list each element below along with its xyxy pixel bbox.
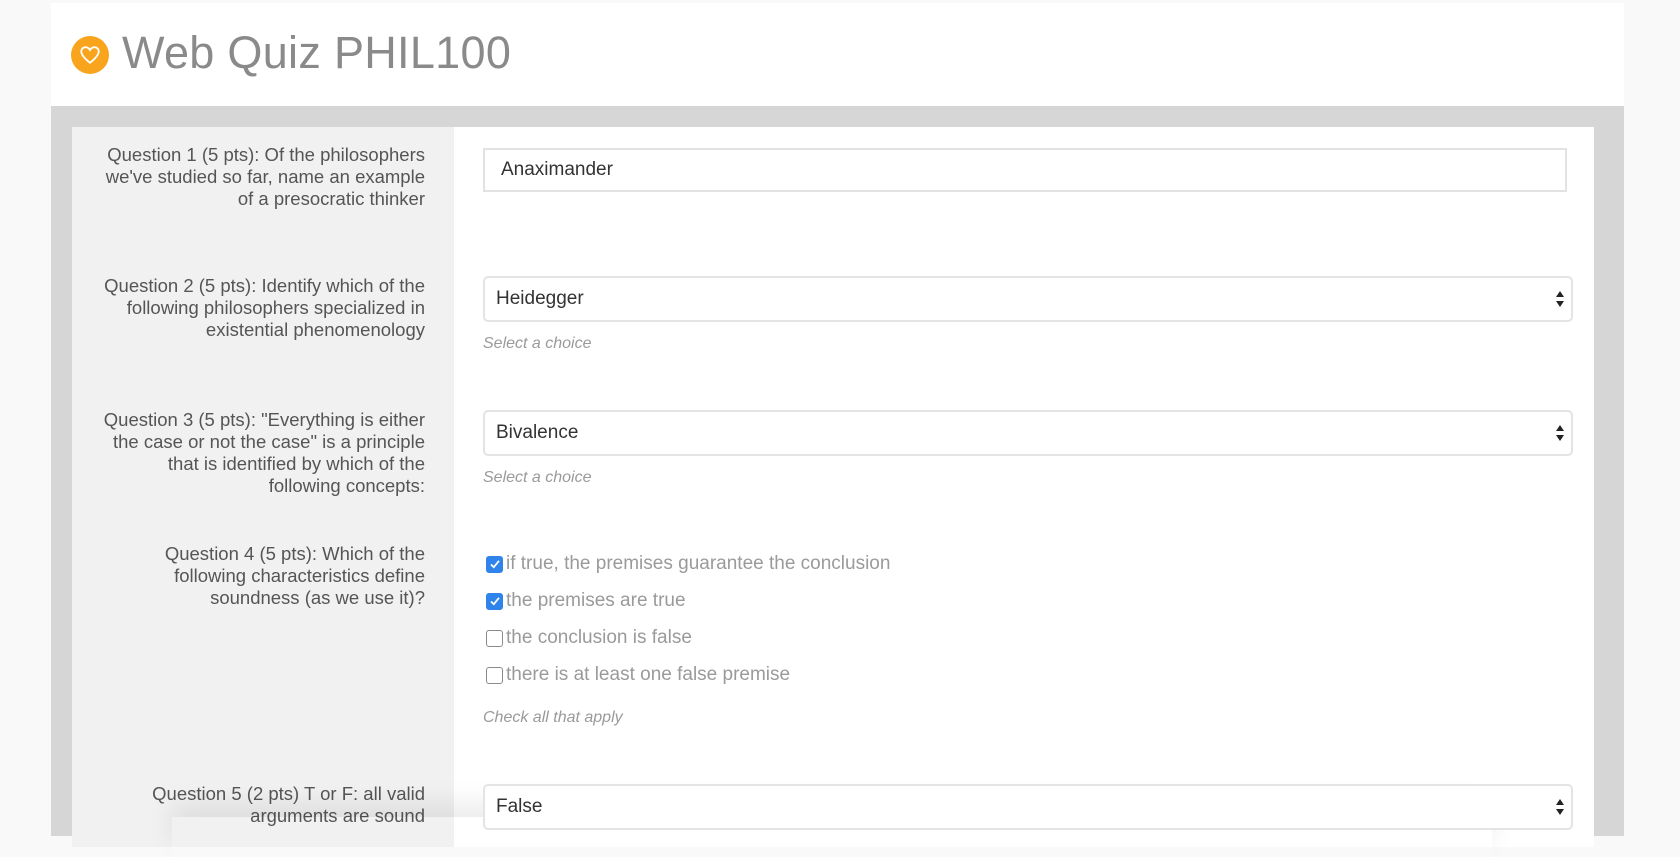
question-4-option-4[interactable]: there is at least one false premise [486,663,790,687]
question-5-select[interactable]: False [483,784,1573,830]
question-4-option-1-label: if true, the premises guarantee the conc… [506,553,891,574]
question-3-select[interactable]: Bivalence [483,410,1573,456]
form-frame: Question 1 (5 pts): Of the philosophers … [51,106,1624,847]
question-4-label: Question 4 (5 pts): Which of the followi… [164,543,425,608]
question-5-selected-value: False [496,796,543,817]
select-arrows-icon [1556,425,1564,441]
question-4-option-1[interactable]: if true, the premises guarantee the conc… [486,552,890,576]
question-4-option-3-label: the conclusion is false [506,627,692,648]
question-4-option-4-label: there is at least one false premise [506,664,791,685]
checkbox-unchecked[interactable] [486,629,503,647]
page-title: Web Quiz PHIL100 [122,27,512,78]
checkbox-unchecked[interactable] [486,666,503,684]
checkbox-checked[interactable] [486,555,503,573]
checkmark-icon [489,560,500,569]
question-4-option-2-label: the premises are true [506,590,686,611]
checkbox-checked[interactable] [486,592,503,610]
question-2-label: Question 2 (5 pts): Identify which of th… [104,275,425,340]
quiz-page: Web Quiz PHIL100 Question 1 (5 pts): Of … [51,3,1624,847]
quiz-form: Question 1 (5 pts): Of the philosophers … [72,127,1594,847]
question-1-label: Question 1 (5 pts): Of the philosophers … [105,144,425,209]
question-3-label: Question 3 (5 pts): "Everything is eithe… [103,409,425,496]
question-3-selected-value: Bivalence [496,422,579,443]
checkmark-icon [489,597,500,606]
question-3-hint: Select a choice [483,469,592,486]
question-4-hint: Check all that apply [483,709,623,726]
question-4-option-3[interactable]: the conclusion is false [486,626,692,650]
select-arrows-icon [1556,799,1564,815]
select-arrows-icon [1556,291,1564,307]
question-2-hint: Select a choice [483,335,592,352]
question-5-label: Question 5 (2 pts) T or F: all valid arg… [152,783,425,826]
heart-icon [71,36,109,74]
page-header: Web Quiz PHIL100 [51,3,1624,106]
question-2-selected-value: Heidegger [496,288,584,309]
question-1-text-input[interactable] [483,148,1567,192]
question-4-option-2[interactable]: the premises are true [486,589,686,613]
question-2-select[interactable]: Heidegger [483,276,1573,322]
